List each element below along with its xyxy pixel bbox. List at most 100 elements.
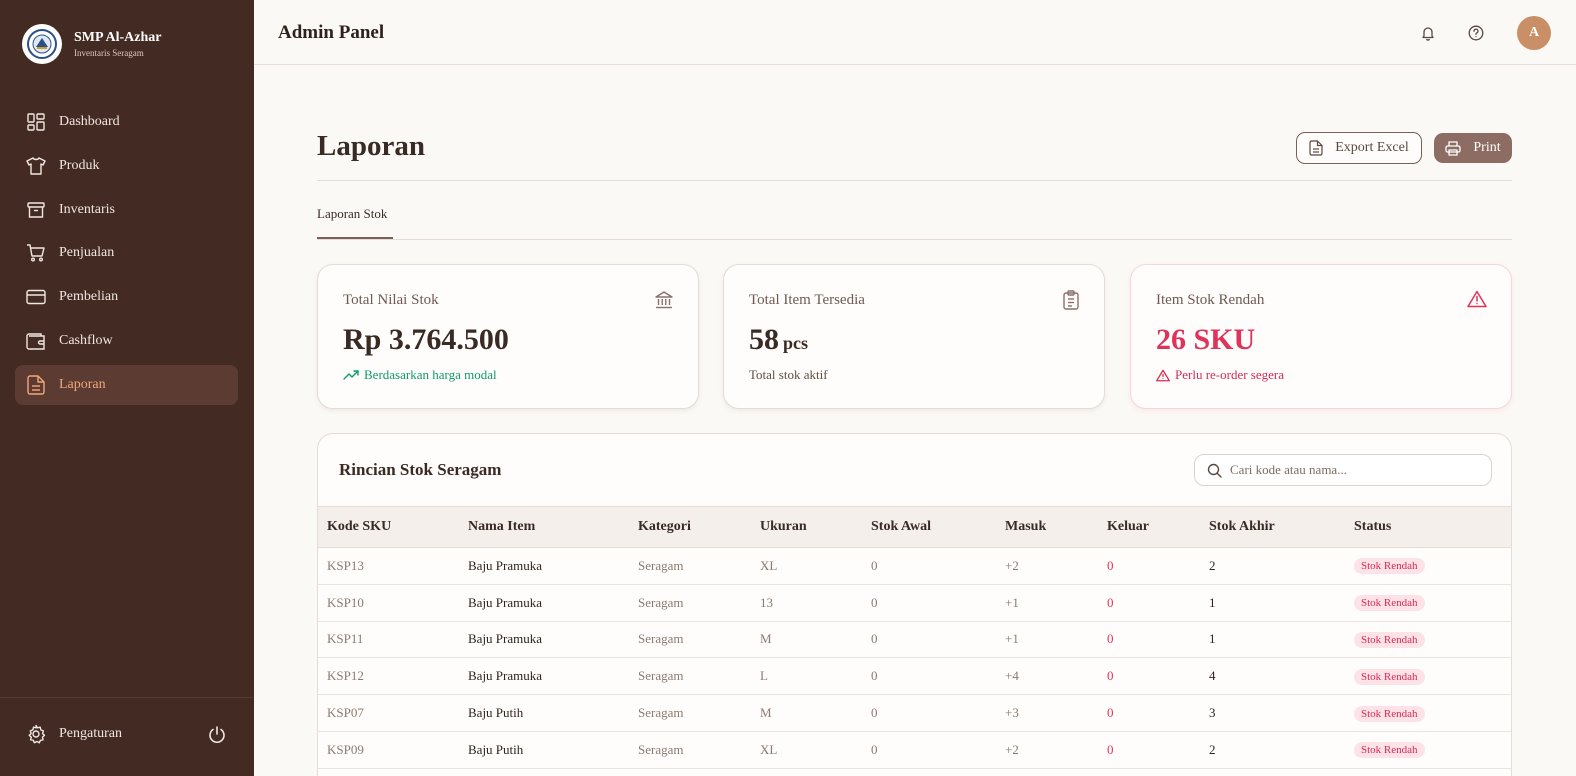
sidebar-item-cashflow[interactable]: Cashflow (15, 321, 238, 361)
cell-status: Stok Rendah (1345, 584, 1511, 622)
table-header-row: Kode SKU Nama Item Kategori Ukuran Stok … (318, 506, 1511, 548)
school-logo (22, 24, 62, 64)
cell-kode-sku: KSP07 (318, 694, 459, 732)
table-row[interactable]: KSP07 Baju Putih Seragam M 0 +3 0 3 Stok… (318, 694, 1511, 732)
help-icon[interactable] (1466, 23, 1486, 43)
cell-nama-item: Baju Pramuka (459, 547, 629, 585)
status-badge: Stok Rendah (1354, 558, 1425, 575)
cell-masuk: +1 (996, 584, 1098, 622)
card-label: Item Stok Rendah (1156, 292, 1265, 308)
sidebar-item-penjualan[interactable]: Penjualan (15, 233, 238, 273)
sidebar-item-pengaturan[interactable]: Pengaturan (26, 724, 122, 744)
sidebar-item-laporan[interactable]: Laporan (15, 364, 238, 405)
card-subtext: Total stok aktif (749, 367, 828, 382)
table-row[interactable]: KSP13 Baju Pramuka Seragam XL 0 +2 0 2 S… (318, 547, 1511, 585)
printer-icon (1445, 140, 1462, 156)
alert-triangle-small-icon (1156, 369, 1170, 381)
cell-nama-item: Baju Pramuka (459, 657, 629, 696)
table-row[interactable]: KSP09 Baju Putih Seragam XL 0 +2 0 2 Sto… (318, 731, 1511, 769)
cell-kode-sku: KSP11 (318, 621, 459, 659)
column-header-ukuran[interactable]: Ukuran (751, 506, 862, 548)
sidebar-item-label: Cashflow (59, 332, 113, 348)
sidebar: SMP Al-Azhar Inventaris Seragam Dashboar… (0, 0, 254, 776)
cell-ukuran: M (751, 621, 862, 659)
sidebar-item-produk[interactable]: Produk (15, 146, 238, 186)
cell-ukuran: M (751, 694, 862, 732)
column-header-stok-akhir[interactable]: Stok Akhir (1200, 506, 1345, 548)
column-header-keluar[interactable]: Keluar (1098, 506, 1200, 548)
sidebar-item-label: Pembelian (59, 289, 119, 305)
sidebar-item-label: Inventaris (59, 201, 115, 217)
card-subtext-label: Berdasarkan harga modal (364, 367, 497, 382)
print-button[interactable]: Print (1434, 133, 1512, 163)
logout-power-icon[interactable] (207, 725, 227, 750)
top-header: Admin Panel A (254, 0, 1576, 65)
cell-stok-awal: 0 (862, 584, 996, 622)
cell-stok-akhir: 2 (1200, 731, 1345, 769)
bell-icon[interactable] (1418, 23, 1438, 43)
cell-kategori: Seragam (629, 584, 751, 622)
column-header-masuk[interactable]: Masuk (996, 506, 1098, 548)
table-title: Rincian Stok Seragam (339, 460, 502, 479)
cell-masuk: +2 (996, 731, 1098, 769)
cell-keluar: 0 (1098, 657, 1200, 696)
tab-divider (317, 239, 1512, 240)
stat-card-total-nilai-stok: Total Nilai Stok Rp 3.764.500 Berdasarka… (317, 264, 699, 409)
cell-stok-akhir: 1 (1200, 584, 1345, 622)
column-header-status[interactable]: Status (1345, 506, 1511, 548)
table-row[interactable]: KSP12 Baju Pramuka Seragam L 0 +4 0 4 St… (318, 657, 1511, 696)
card-label: Total Nilai Stok (343, 292, 439, 308)
document-icon (26, 375, 46, 395)
tab-laporan-stok[interactable]: Laporan Stok (317, 206, 393, 239)
sidebar-item-label: Produk (59, 157, 100, 173)
card-subtext: Perlu re-order segera (1156, 367, 1284, 383)
bank-icon (654, 290, 674, 315)
cell-keluar: 0 (1098, 547, 1200, 585)
cell-status: Stok Rendah (1345, 621, 1511, 659)
cell-nama-item: Baju Putih (459, 694, 629, 732)
cell-stok-awal: 0 (862, 547, 996, 585)
sidebar-item-inventaris[interactable]: Inventaris (15, 190, 238, 230)
cell-kategori: Seragam (629, 731, 751, 769)
user-avatar[interactable]: A (1517, 16, 1551, 50)
sidebar-item-dashboard[interactable]: Dashboard (15, 102, 238, 142)
cell-kode-sku: KSP09 (318, 731, 459, 769)
clipboard-list-icon (1062, 290, 1080, 315)
cell-nama-item: Baju Pramuka (459, 584, 629, 622)
credit-card-icon (26, 287, 46, 307)
cell-kategori: Seragam (629, 547, 751, 585)
header-title: Admin Panel (278, 22, 385, 43)
column-header-kategori[interactable]: Kategori (629, 506, 751, 548)
cell-kategori: Seragam (629, 621, 751, 659)
card-value: Rp 3.764.500 (343, 323, 509, 356)
brand[interactable]: SMP Al-Azhar Inventaris Seragam (22, 24, 162, 64)
column-header-stok-awal[interactable]: Stok Awal (862, 506, 996, 548)
sidebar-item-pembelian[interactable]: Pembelian (15, 277, 238, 317)
search-box (1194, 454, 1492, 486)
stat-card-item-stok-rendah: Item Stok Rendah 26 SKU Perlu re-order s… (1130, 264, 1512, 409)
card-label: Total Item Tersedia (749, 292, 865, 308)
sidebar-footer: Pengaturan (0, 697, 254, 776)
cell-stok-akhir: 3 (1200, 694, 1345, 732)
sidebar-item-label: Laporan (59, 376, 106, 392)
cell-stok-awal: 0 (862, 621, 996, 659)
cell-status: Stok Rendah (1345, 657, 1511, 696)
cell-nama-item: Baju Putih (459, 731, 629, 769)
archive-box-icon (26, 200, 46, 220)
search-input[interactable] (1230, 462, 1470, 478)
sidebar-item-label: Dashboard (59, 114, 120, 129)
cell-stok-awal: 0 (862, 731, 996, 769)
cell-ukuran: 13 (751, 584, 862, 622)
table-row[interactable]: KSP10 Baju Pramuka Seragam 13 0 +1 0 1 S… (318, 584, 1511, 622)
column-header-kode-sku[interactable]: Kode SKU (318, 506, 459, 548)
table-row[interactable]: KSP11 Baju Pramuka Seragam M 0 +1 0 1 St… (318, 621, 1511, 659)
settings-label: Pengaturan (59, 726, 122, 741)
cell-status: Stok Rendah (1345, 547, 1511, 585)
wallet-icon (26, 331, 46, 351)
dashboard-grid-icon (26, 112, 46, 132)
status-badge: Stok Rendah (1354, 705, 1425, 722)
cell-stok-akhir: 4 (1200, 657, 1345, 696)
column-header-nama-item[interactable]: Nama Item (459, 506, 629, 548)
export-excel-button[interactable]: Export Excel (1296, 132, 1422, 164)
shopping-cart-icon (26, 243, 46, 263)
